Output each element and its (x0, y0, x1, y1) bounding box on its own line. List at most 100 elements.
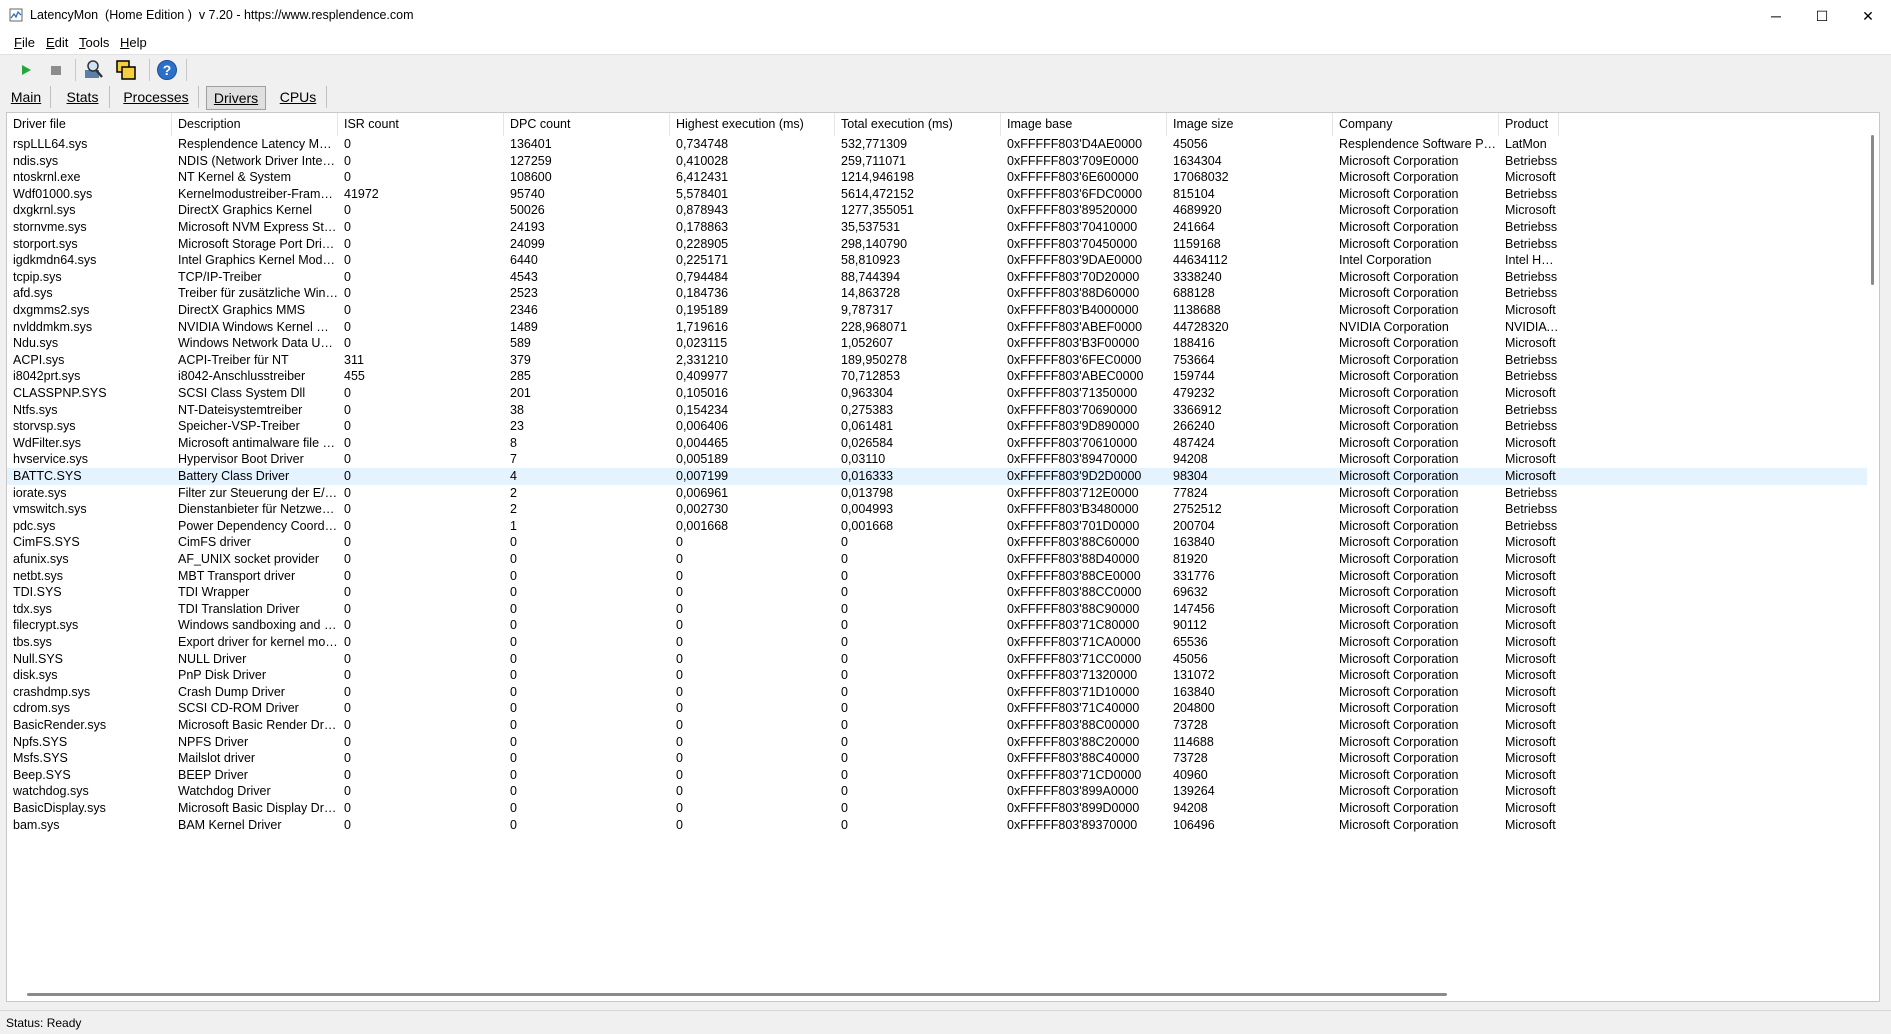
table-row[interactable]: afunix.sys AF_UNIX socket provider 0 0 0 0 0xF… (7, 551, 1867, 568)
menu-file[interactable]: File (14, 35, 35, 50)
column-header-company[interactable]: Company (1333, 113, 1499, 136)
horizontal-scrollbar[interactable] (7, 987, 1867, 1001)
stop-button[interactable] (44, 58, 68, 82)
table-row[interactable]: BasicDisplay.sys Microsoft Basic Display … (7, 800, 1867, 817)
close-button[interactable]: ✕ (1845, 0, 1891, 32)
table-row[interactable]: pdc.sys Power Dependency Coordinat... 0 1 0,… (7, 518, 1867, 535)
table-row[interactable]: igdkmdn64.sys Intel Graphics Kernel Mode … (7, 252, 1867, 269)
table-row[interactable]: BATTC.SYS Battery Class Driver 0 4 0,007199 0… (7, 468, 1867, 485)
table-row[interactable]: watchdog.sys Watchdog Driver 0 0 0 0 0xFFFFF80… (7, 783, 1867, 800)
drivers-list[interactable]: Driver file Description ISR count DPC count… (6, 112, 1880, 1002)
table-row[interactable]: dxgkrnl.sys DirectX Graphics Kernel 0 50026… (7, 202, 1867, 219)
maximize-button[interactable]: ☐ (1799, 0, 1845, 32)
start-button[interactable] (14, 58, 38, 82)
table-row[interactable]: WdFilter.sys Microsoft antimalware file s… (7, 435, 1867, 452)
cell-driver-file: Wdf01000.sys (13, 186, 93, 201)
table-row[interactable]: rspLLL64.sys Resplendence Latency Monit..… (7, 136, 1867, 153)
cell-highest-execution: 0 (676, 568, 683, 583)
cell-image-size: 204800 (1173, 701, 1215, 716)
table-row[interactable]: filecrypt.sys Windows sandboxing and enc.… (7, 617, 1867, 634)
vertical-scrollbar[interactable] (1867, 113, 1879, 983)
cell-image-base: 0xFFFFF803'71C80000 (1007, 618, 1140, 633)
tab-stats[interactable]: Stats (56, 86, 110, 108)
table-row[interactable]: ndis.sys NDIS (Network Driver Interface..… (7, 153, 1867, 170)
cell-highest-execution: 0 (676, 718, 683, 732)
table-row[interactable]: Ntfs.sys NT-Dateisystemtreiber 0 38 0,154234… (7, 402, 1867, 419)
table-row[interactable]: i8042prt.sys i8042-Anschlusstreiber 455 285… (7, 368, 1867, 385)
cell-dpc-count: 127259 (510, 153, 552, 168)
table-row[interactable]: BasicRender.sys Microsoft Basic Render Dr… (7, 717, 1867, 734)
horizontal-scrollbar-thumb[interactable] (27, 993, 1447, 996)
table-row[interactable]: tcpip.sys TCP/IP-Treiber 0 4543 0,794484 88,7… (7, 269, 1867, 286)
cell-highest-execution: 0 (676, 601, 683, 616)
table-row[interactable]: storport.sys Microsoft Storage Port Drive… (7, 236, 1867, 253)
table-row[interactable]: iorate.sys Filter zur Steuerung der E/A-.… (7, 485, 1867, 502)
table-row[interactable]: afd.sys Treiber für zusätzliche WinSo... 0… (7, 285, 1867, 302)
cell-total-execution: 88,744394 (841, 269, 901, 284)
table-row[interactable]: Msfs.SYS Mailslot driver 0 0 0 0 0xFFFFF803'88… (7, 750, 1867, 767)
cell-company: Microsoft Corporation (1339, 751, 1459, 766)
tab-cpus[interactable]: CPUs (270, 86, 327, 108)
table-row[interactable]: CLASSPNP.SYS SCSI Class System Dll 0 201 0,1… (7, 385, 1867, 402)
table-row[interactable]: CimFS.SYS CimFS driver 0 0 0 0 0xFFFFF803'88C6… (7, 534, 1867, 551)
table-row[interactable]: TDI.SYS TDI Wrapper 0 0 0 0 0xFFFFF803'88CC000… (7, 584, 1867, 601)
column-header-description[interactable]: Description (172, 113, 338, 136)
column-header-image-size[interactable]: Image size (1167, 113, 1333, 136)
help-button[interactable]: ? (155, 58, 179, 82)
table-row[interactable]: disk.sys PnP Disk Driver 0 0 0 0 0xFFFFF803'71… (7, 667, 1867, 684)
table-row[interactable]: dxgmms2.sys DirectX Graphics MMS 0 2346 0,19… (7, 302, 1867, 319)
table-row[interactable]: cdrom.sys SCSI CD-ROM Driver 0 0 0 0 0xFFFFF80… (7, 700, 1867, 717)
cell-total-execution: 0 (841, 784, 848, 799)
menu-tools[interactable]: Tools (79, 35, 109, 50)
driver-search-button[interactable] (82, 58, 106, 82)
cell-total-execution: 70,712853 (841, 369, 901, 384)
table-row[interactable]: bam.sys BAM Kernel Driver 0 0 0 0 0xFFFFF803'8… (7, 817, 1867, 834)
windows-button[interactable] (114, 58, 138, 82)
table-row[interactable]: hvservice.sys Hypervisor Boot Driver 0 7 0,0… (7, 451, 1867, 468)
column-header-isr-count[interactable]: ISR count (338, 113, 504, 136)
table-row[interactable]: crashdmp.sys Crash Dump Driver 0 0 0 0 0xFFFFF… (7, 684, 1867, 701)
column-header-dpc-count[interactable]: DPC count (504, 113, 670, 136)
help-icon: ? (157, 60, 177, 80)
menu-edit[interactable]: Edit (46, 35, 68, 50)
cell-company: Microsoft Corporation (1339, 552, 1459, 566)
table-row[interactable]: ntoskrnl.exe NT Kernel & System 0 108600 6,4… (7, 169, 1867, 186)
column-header-highest-execution[interactable]: Highest execution (ms) (670, 113, 835, 136)
cell-isr-count: 0 (344, 751, 351, 766)
table-row[interactable]: Ndu.sys Windows Network Data Usag... 0 589 0… (7, 335, 1867, 352)
cell-driver-file: nvlddmkm.sys (13, 319, 93, 334)
table-row[interactable]: ACPI.sys ACPI-Treiber für NT 311 379 2,33121… (7, 352, 1867, 369)
table-row[interactable]: Beep.SYS BEEP Driver 0 0 0 0 0xFFFFF803'71CD00… (7, 767, 1867, 784)
column-header-driver-file[interactable]: Driver file (7, 113, 172, 136)
cell-dpc-count: 589 (510, 336, 531, 351)
cell-description: TDI Translation Driver (178, 601, 300, 616)
cell-company: Microsoft Corporation (1339, 419, 1459, 434)
cell-image-size: 266240 (1173, 419, 1215, 434)
table-row[interactable]: vmswitch.sys Dienstanbieter für Netzwerkv… (7, 501, 1867, 518)
column-header-image-base[interactable]: Image base (1001, 113, 1167, 136)
table-row[interactable]: storvsp.sys Speicher-VSP-Treiber 0 23 0,0064… (7, 418, 1867, 435)
table-row[interactable]: stornvme.sys Microsoft NVM Express Storp.… (7, 219, 1867, 236)
minimize-button[interactable]: ─ (1753, 0, 1799, 32)
tab-processes[interactable]: Processes (114, 86, 199, 108)
cell-driver-file: tcpip.sys (13, 269, 62, 284)
column-header-product[interactable]: Product (1499, 113, 1559, 136)
cell-image-base: 0xFFFFF803'88D40000 (1007, 552, 1140, 566)
table-row[interactable]: Null.SYS NULL Driver 0 0 0 0 0xFFFFF803'71CC00… (7, 651, 1867, 668)
table-row[interactable]: tdx.sys TDI Translation Driver 0 0 0 0 0xFFFFF… (7, 601, 1867, 618)
cell-highest-execution: 0 (676, 618, 683, 633)
tab-drivers[interactable]: Drivers (206, 86, 266, 110)
table-row[interactable]: nvlddmkm.sys NVIDIA Windows Kernel Mod...… (7, 319, 1867, 336)
table-row[interactable]: Npfs.SYS NPFS Driver 0 0 0 0 0xFFFFF803'88C200… (7, 734, 1867, 751)
tab-main[interactable]: Main (2, 86, 51, 108)
table-row[interactable]: Wdf01000.sys Kernelmodustreiber-Framewor.… (7, 186, 1867, 203)
cell-dpc-count: 2523 (510, 286, 538, 301)
driver-search-icon (85, 60, 103, 78)
cell-dpc-count: 0 (510, 718, 517, 732)
cell-image-base: 0xFFFFF803'71CC0000 (1007, 651, 1142, 666)
vertical-scrollbar-thumb[interactable] (1871, 135, 1874, 285)
table-row[interactable]: netbt.sys MBT Transport driver 0 0 0 0 0xFFFFF… (7, 568, 1867, 585)
column-header-total-execution[interactable]: Total execution (ms) (835, 113, 1001, 136)
table-row[interactable]: tbs.sys Export driver for kernel mode ...… (7, 634, 1867, 651)
menu-help[interactable]: Help (120, 35, 147, 50)
